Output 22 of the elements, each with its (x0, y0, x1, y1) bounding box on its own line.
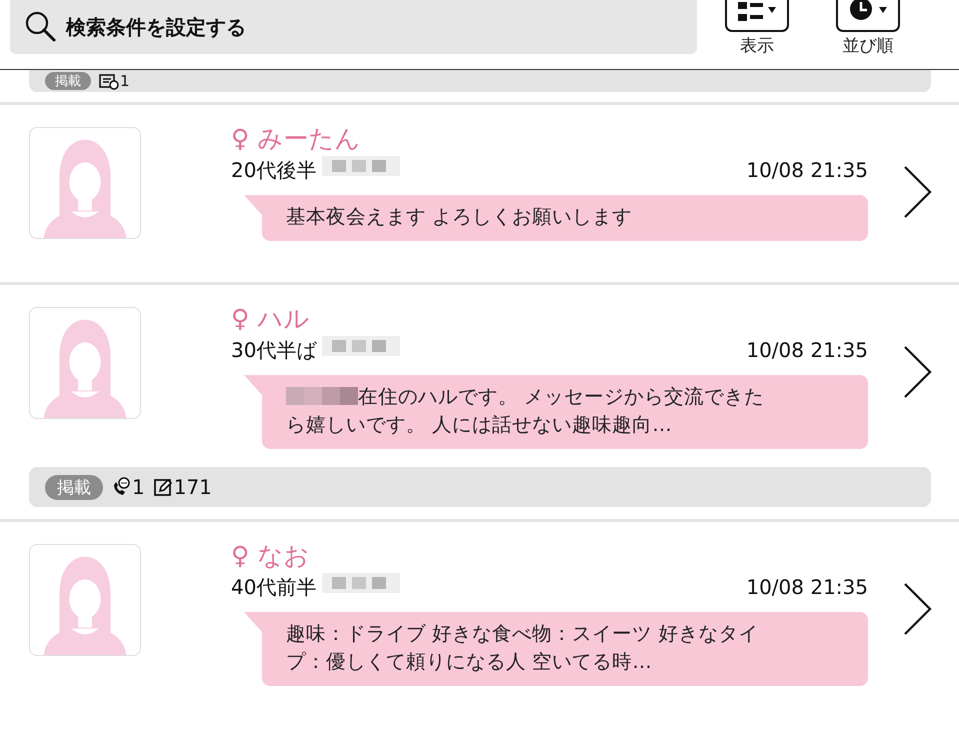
chevron-right-icon[interactable] (902, 165, 932, 219)
memo-clock-icon (99, 72, 119, 90)
bubble-tail (244, 195, 262, 215)
age-text: 30代半ば (231, 336, 316, 364)
chevron-right-icon[interactable] (902, 345, 932, 399)
chevron-right-icon[interactable] (902, 582, 932, 636)
stat-count: 171 (174, 475, 212, 499)
search-icon (24, 10, 58, 44)
posted-badge: 掲載 (45, 72, 91, 90)
phone-chat-icon (111, 477, 131, 497)
post-time: 10/08 21:35 (746, 156, 868, 184)
age-text: 40代前半 (231, 574, 316, 600)
post-time: 10/08 21:35 (746, 336, 868, 364)
stat-count: 1 (120, 72, 130, 90)
search-button[interactable]: 検索条件を設定する (10, 0, 697, 54)
bubble-tail (244, 612, 262, 632)
stat-count: 1 (132, 475, 145, 499)
bubble-tail (244, 375, 262, 395)
edit-icon (152, 477, 173, 497)
post-time: 10/08 21:35 (746, 574, 868, 600)
posted-badge: 掲載 (45, 474, 103, 500)
age-text: 20代後半 (231, 156, 316, 184)
